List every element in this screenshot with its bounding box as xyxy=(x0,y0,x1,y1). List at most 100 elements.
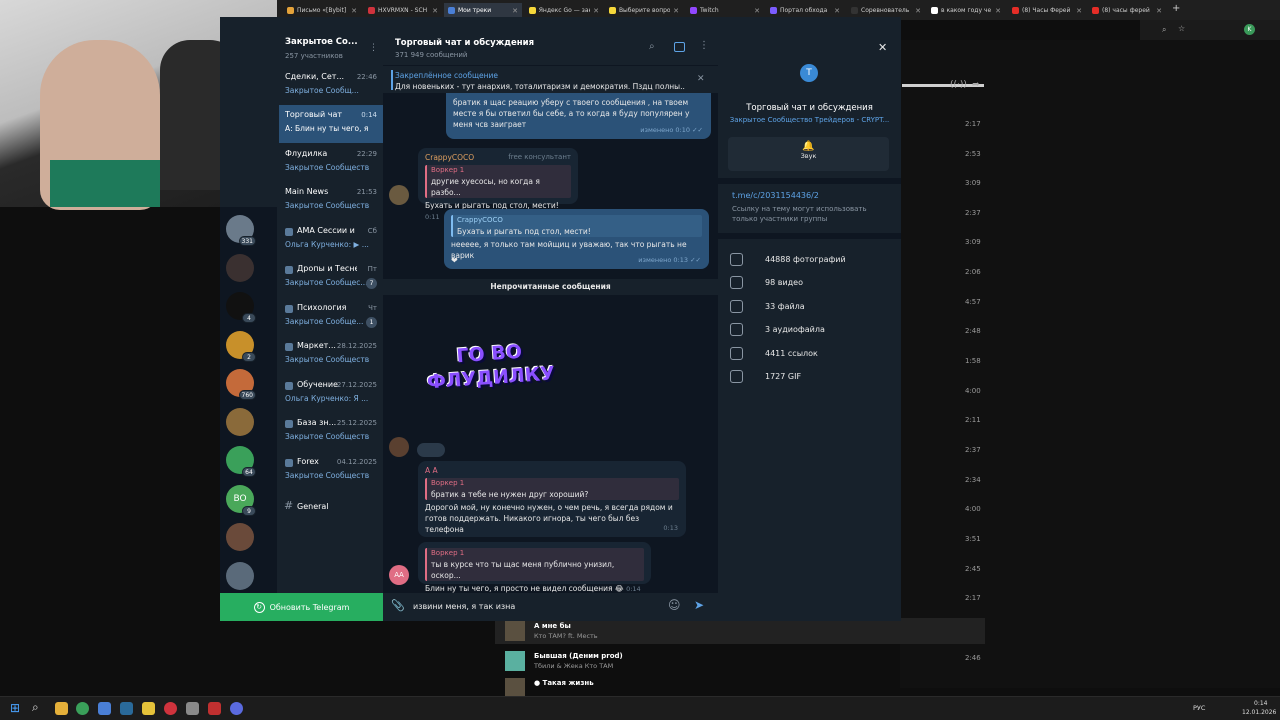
track-title[interactable]: ● Такая жизнь xyxy=(534,679,594,687)
chat-title[interactable]: Торговый чат и обсуждения xyxy=(395,38,534,48)
reaction-pill[interactable] xyxy=(417,443,445,457)
clock-time[interactable]: 0:14 xyxy=(1254,700,1267,707)
folder-avatar[interactable]: 760 xyxy=(226,369,256,400)
folder-avatar[interactable] xyxy=(226,562,254,590)
reaction-heart-icon[interactable]: ❤ xyxy=(451,255,458,266)
app-icon[interactable] xyxy=(98,702,111,715)
media-row[interactable]: 4411 ссылок xyxy=(730,343,818,363)
folder-avatar[interactable]: 2 xyxy=(226,331,256,362)
media-row[interactable]: 98 видео xyxy=(730,273,803,293)
reply-quote[interactable]: CrappyCOCO Бухать и рыгать под стол, мест… xyxy=(451,215,702,237)
tab-close-icon[interactable]: ✕ xyxy=(834,7,840,15)
more-icon[interactable]: ⋮ xyxy=(369,43,378,53)
chat-row[interactable]: АМА Сессии и ... Сб Ольга Курченко: ▶ ... xyxy=(279,221,383,259)
chat-row[interactable]: Обучение 27.12.2025 Ольга Курченко: Я ... xyxy=(279,375,383,413)
message-incoming[interactable]: А А Воркер 1 братик а тебе не нужен друг … xyxy=(418,461,686,537)
emoji-icon[interactable]: ☺ xyxy=(668,598,681,612)
chat-row[interactable]: Forex 04.12.2025 Закрытое Сообществ... xyxy=(279,452,383,490)
sender-avatar[interactable]: АА xyxy=(389,565,409,585)
sender-name[interactable]: CrappyCOCO xyxy=(425,152,474,163)
close-icon[interactable]: ✕ xyxy=(878,41,887,54)
clock-date[interactable]: 12.01.2026 xyxy=(1242,709,1276,716)
media-row[interactable]: 33 файла xyxy=(730,296,805,316)
reply-quote[interactable]: Воркер 1 другие хуесосы, но когда я разбо… xyxy=(425,165,571,198)
tab-close-icon[interactable]: ✕ xyxy=(915,7,921,15)
sidebar-toggle-icon[interactable] xyxy=(674,42,685,52)
folder-avatar[interactable] xyxy=(226,408,254,436)
chat-row[interactable]: База зн... 25.12.2025 Закрытое Сообществ..… xyxy=(279,413,383,451)
message-incoming[interactable]: Воркер 1 ты в курсе что ты щас меня публи… xyxy=(418,542,651,593)
chat-row[interactable]: General # xyxy=(279,490,383,528)
chat-row[interactable]: Main News 21:53 Закрытое Сообществ... xyxy=(279,182,383,220)
browser-tab[interactable]: Письмо «[Bybit] ✕ xyxy=(283,3,361,18)
media-row[interactable]: 44888 фотографий xyxy=(730,249,846,269)
app-icon[interactable] xyxy=(164,702,177,715)
folder-avatar[interactable]: 4 xyxy=(226,292,256,323)
tab-close-icon[interactable]: ✕ xyxy=(995,7,1001,15)
folder-avatar[interactable]: BO 9 xyxy=(226,485,256,516)
track-artist[interactable]: Кто ТАМ? ft. Месть xyxy=(534,632,598,640)
sound-button[interactable]: 🔔 Звук xyxy=(728,137,889,171)
track-cover[interactable] xyxy=(505,651,525,671)
close-icon[interactable]: ✕ xyxy=(697,74,705,84)
sender-name[interactable]: А А xyxy=(425,465,679,476)
browser-tab[interactable]: Портал обхода ✕ xyxy=(766,3,844,18)
chat-row[interactable]: Психология Чт Закрытое Сообще... 1 xyxy=(279,298,383,336)
more-icon[interactable]: ⋮ xyxy=(699,40,709,51)
message-outgoing[interactable]: братик я щас реацию уберу с твоего сообщ… xyxy=(446,93,711,139)
message-incoming[interactable]: CrappyCOCO free консультант Воркер 1 други… xyxy=(418,148,578,221)
app-icon[interactable] xyxy=(142,702,155,715)
attach-icon[interactable]: 📎 xyxy=(391,599,405,612)
group-title[interactable]: Закрытое Со... xyxy=(285,37,365,47)
browser-tab[interactable]: Мои треки ✕ xyxy=(444,3,522,18)
discord-icon[interactable] xyxy=(230,702,243,715)
star-icon[interactable]: ☆ xyxy=(1178,24,1185,33)
chat-row[interactable]: Торговый чат и ... 0:14 А: Блин ну ты чего… xyxy=(279,105,383,143)
tab-close-icon[interactable]: ✕ xyxy=(432,7,438,15)
browser-tab[interactable]: (8) Часы Ферей ✕ xyxy=(1008,3,1086,18)
search-icon[interactable]: ⌕ xyxy=(649,41,655,52)
tab-close-icon[interactable]: ✕ xyxy=(1076,7,1082,15)
sender-avatar[interactable] xyxy=(389,437,409,457)
track-title[interactable]: А мне бы xyxy=(534,622,571,630)
tab-close-icon[interactable]: ✕ xyxy=(512,7,518,15)
search-icon[interactable]: ⌕ xyxy=(32,700,39,715)
send-icon[interactable]: ➤ xyxy=(694,598,704,612)
app-icon[interactable] xyxy=(208,702,221,715)
broadcast-icon[interactable]: ((·)) xyxy=(950,80,967,90)
track-cover[interactable] xyxy=(505,678,525,698)
update-telegram-button[interactable]: ↻ Обновить Telegram xyxy=(220,593,383,621)
folder-avatar[interactable] xyxy=(226,254,254,282)
chat-row[interactable]: Дропы и Тесне... Пт Закрытое Сообщес...7 xyxy=(279,259,383,297)
track-title[interactable]: Бывшая (Деним prod) xyxy=(534,652,623,660)
browser-tab[interactable]: в каком году че ✕ xyxy=(927,3,1005,18)
chat-row[interactable]: Сделки, Сет... 22:46 Закрытое Сообщ... xyxy=(279,67,383,105)
sender-avatar[interactable] xyxy=(389,185,409,205)
windows-start-icon[interactable]: ⊞ xyxy=(10,701,20,715)
steam-icon[interactable] xyxy=(120,702,133,715)
zoom-icon[interactable]: ⌕ xyxy=(1162,25,1166,35)
browser-tab[interactable]: Соревнователь ✕ xyxy=(847,3,925,18)
tab-close-icon[interactable]: ✕ xyxy=(1156,7,1162,15)
tab-close-icon[interactable]: ✕ xyxy=(673,7,679,15)
tab-close-icon[interactable]: ✕ xyxy=(754,7,760,15)
chat-row[interactable]: Маркет... 28.12.2025 Закрытое Сообществ... xyxy=(279,336,383,374)
message-outgoing[interactable]: CrappyCOCO Бухать и рыгать под стол, мест… xyxy=(444,209,709,269)
folder-avatar[interactable]: 64 xyxy=(226,446,256,477)
reply-quote[interactable]: Воркер 1 братик а тебе не нужен друг хоро… xyxy=(425,478,679,500)
folder-avatar[interactable]: 331 xyxy=(226,215,256,246)
message-input[interactable]: извини меня, я так изна xyxy=(413,602,515,611)
new-tab-button[interactable]: + xyxy=(1172,3,1180,14)
reply-quote[interactable]: Воркер 1 ты в курсе что ты щас меня публи… xyxy=(425,548,644,581)
media-row[interactable]: 3 аудиофайла xyxy=(730,320,825,340)
info-subtitle[interactable]: Закрытое Сообщество Трейдеров - CRYPT... xyxy=(722,116,897,124)
folder-avatar[interactable] xyxy=(226,523,254,551)
language-indicator[interactable]: РУС xyxy=(1193,704,1205,712)
tab-close-icon[interactable]: ✕ xyxy=(351,7,357,15)
share-icon[interactable]: ➦ xyxy=(972,80,980,90)
browser-tab[interactable]: Twitch ✕ xyxy=(686,3,764,18)
chrome-icon[interactable] xyxy=(76,702,89,715)
track-cover[interactable] xyxy=(505,621,525,641)
tab-close-icon[interactable]: ✕ xyxy=(593,7,599,15)
browser-tab[interactable]: (8) часы ферей ✕ xyxy=(1088,3,1166,18)
